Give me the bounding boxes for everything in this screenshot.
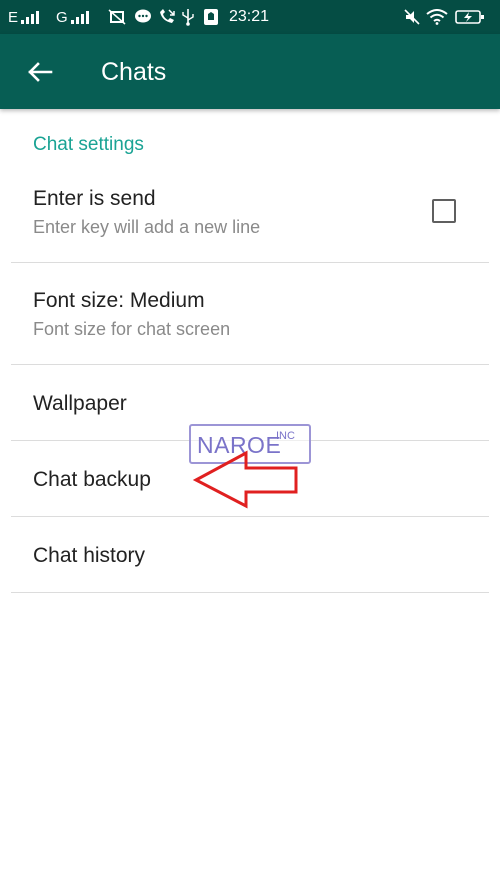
section-header-chat-settings: Chat settings: [33, 134, 144, 155]
setting-title: Wallpaper: [33, 392, 127, 415]
back-button[interactable]: [22, 54, 58, 90]
setting-enter-is-send[interactable]: Enter is send Enter key will add a new l…: [0, 170, 500, 262]
status-bar: E G 23:21: [0, 0, 500, 34]
setting-chat-history[interactable]: Chat history: [0, 517, 500, 592]
time-text: 23:21: [229, 8, 270, 25]
missed-call-icon: [158, 0, 176, 34]
setting-subtitle: Enter key will add a new line: [33, 217, 261, 237]
carrier-g-text: G: [56, 8, 68, 26]
setting-title: Chat history: [33, 544, 146, 567]
setting-title: Font size: Medium: [33, 289, 205, 312]
divider: [11, 592, 489, 593]
setting-title: Chat backup: [33, 468, 151, 491]
red-arrow-annotation-icon: [192, 450, 298, 509]
app-bar: Chats: [0, 34, 500, 109]
enter-is-send-checkbox[interactable]: [432, 199, 456, 223]
setting-font-size[interactable]: Font size: Medium Font size for chat scr…: [0, 263, 500, 363]
screenshot-icon: [108, 0, 126, 34]
arrow-left-icon: [28, 62, 53, 82]
setting-title: Enter is send: [33, 187, 156, 210]
signal-icon: [21, 0, 47, 34]
android-debug-icon: [203, 0, 219, 34]
signal-icon: [71, 0, 97, 34]
carrier-g-label: G: [56, 0, 68, 34]
page-title: Chats: [101, 58, 167, 86]
usb-icon: [181, 0, 195, 34]
carrier-e-text: E: [8, 8, 19, 26]
time-label: 23:21: [229, 0, 269, 34]
watermark-suffix: INC: [276, 430, 295, 442]
mute-icon: [404, 0, 420, 34]
wifi-icon: [426, 0, 448, 34]
setting-subtitle: Font size for chat screen: [33, 319, 231, 339]
chat-bubble-icon: [134, 0, 152, 34]
carrier-e-label: E: [8, 0, 18, 34]
battery-charging-icon: [455, 0, 485, 34]
